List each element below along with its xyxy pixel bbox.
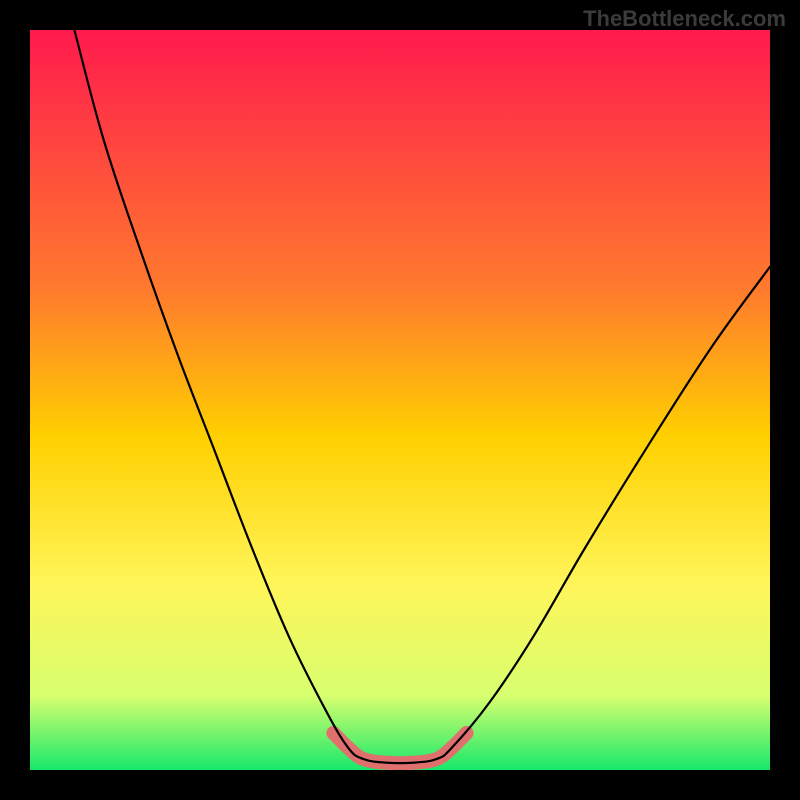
chart-svg [30,30,770,770]
watermark-text: TheBottleneck.com [583,6,786,32]
chart-frame [30,30,770,770]
gradient-background [30,30,770,770]
